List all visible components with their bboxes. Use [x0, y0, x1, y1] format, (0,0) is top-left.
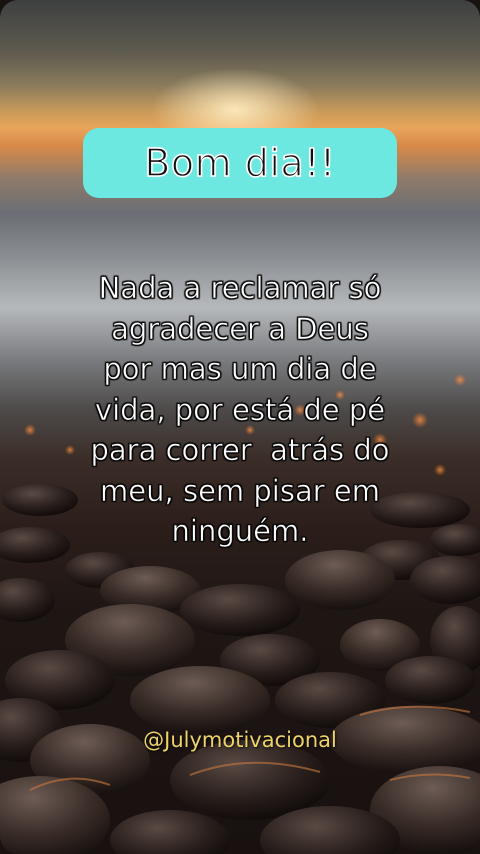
- message-line: agradecer a Deus: [111, 311, 369, 346]
- greeting-title: Bom dia!!: [144, 140, 336, 186]
- author-handle: @Julymotivacional: [143, 728, 337, 752]
- message-line: por mas um dia de: [103, 352, 377, 387]
- message-line: vida, por está de pé: [94, 392, 386, 427]
- message-line: meu, sem pisar em: [100, 473, 381, 508]
- motivational-message: Nada a reclamar só agradecer a Deus por …: [60, 268, 420, 552]
- motivational-post: Bom dia!! Nada a reclamar só agradecer a…: [0, 0, 480, 854]
- greeting-banner: Bom dia!!: [83, 128, 397, 198]
- message-line: para correr atrás do: [90, 433, 390, 468]
- message-line: Nada a reclamar só: [98, 271, 382, 306]
- message-line: ninguém.: [171, 514, 309, 549]
